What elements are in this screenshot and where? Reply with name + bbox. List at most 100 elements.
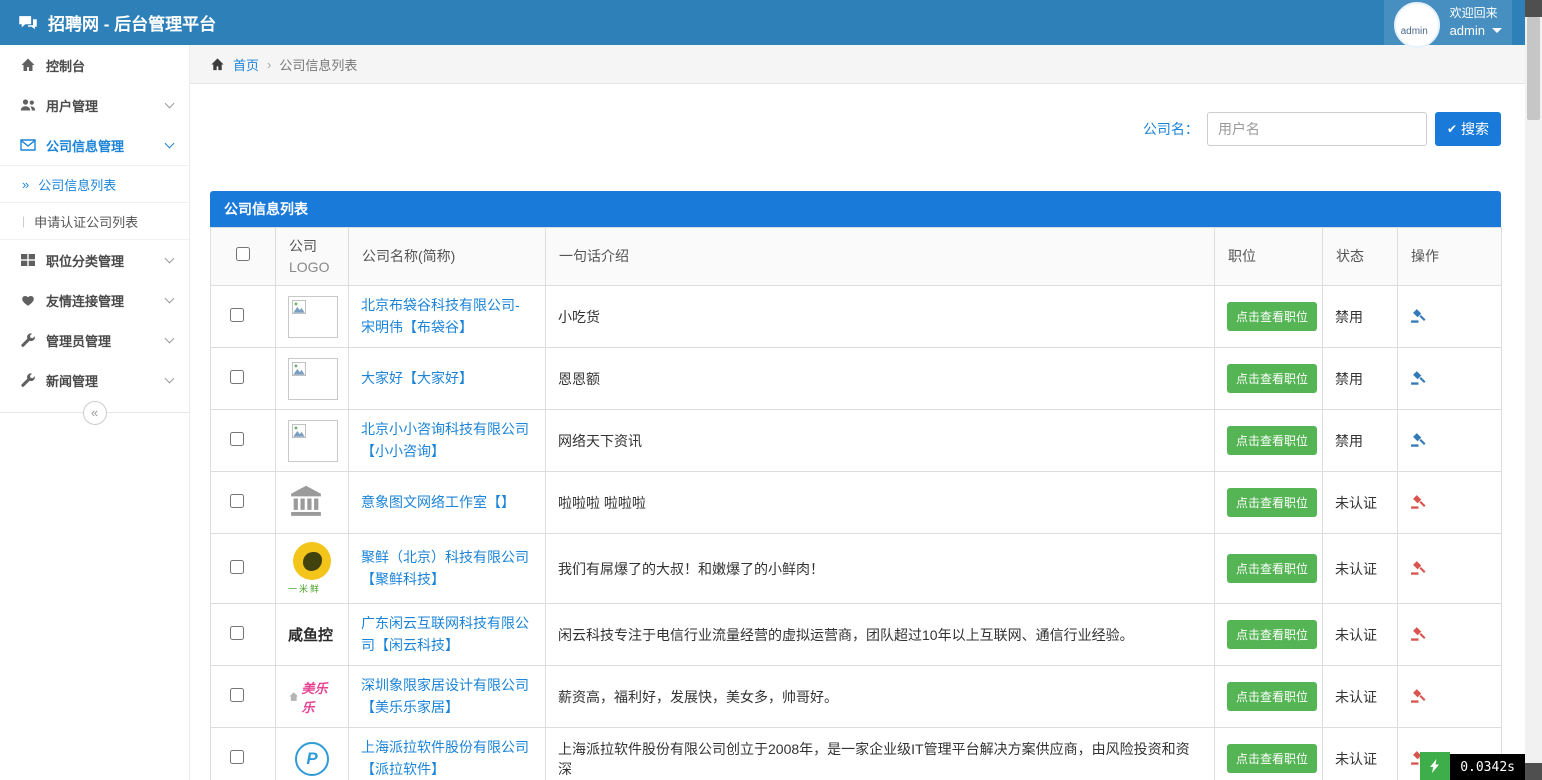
welcome-text: 欢迎回来 (1450, 5, 1502, 22)
view-jobs-button[interactable]: 点击查看职位 (1227, 682, 1317, 711)
status-text: 未认证 (1323, 728, 1398, 780)
sidebar-item-admin-management[interactable]: 管理员管理 (0, 320, 189, 360)
scrollbar-up-button[interactable] (1525, 0, 1542, 17)
gavel-icon[interactable] (1410, 559, 1427, 579)
avatar[interactable]: admin (1394, 2, 1440, 48)
sidebar-item-user-management[interactable]: 用户管理 (0, 85, 189, 125)
sidebar-item-console[interactable]: 控制台 (0, 45, 189, 85)
company-name-link[interactable]: 聚鲜（北京）科技有限公司【聚鲜科技】 (361, 547, 533, 590)
sidebar-divider: « (0, 412, 189, 425)
company-name-search-input[interactable] (1207, 112, 1427, 146)
grid-icon (20, 252, 36, 268)
row-checkbox[interactable] (230, 560, 244, 574)
row-checkbox[interactable] (230, 308, 244, 322)
sidebar-subitem-company-info-list[interactable]: 公司信息列表 (0, 166, 189, 203)
gavel-icon[interactable] (1410, 431, 1427, 451)
row-checkbox[interactable] (230, 370, 244, 384)
app-brand: 招聘网 - 后台管理平台 (0, 10, 216, 35)
company-logo: P (295, 742, 329, 776)
column-header-status: 状态 (1323, 228, 1398, 286)
company-name-link[interactable]: 大家好【大家好】 (361, 368, 533, 390)
search-bar: 公司名： 搜索 (210, 112, 1501, 146)
search-button[interactable]: 搜索 (1435, 112, 1501, 146)
view-jobs-button[interactable]: 点击查看职位 (1227, 302, 1317, 331)
company-name-link[interactable]: 意象图文网络工作室【】 (361, 492, 533, 514)
vertical-scrollbar[interactable] (1525, 0, 1542, 780)
company-intro-text: 上海派拉软件股份有限公司创立于2008年，是一家企业级IT管理平台解决方案供应商… (546, 728, 1215, 780)
page-performance-widget: 0.0342s (1420, 752, 1525, 780)
bank-logo-icon (288, 484, 324, 518)
page-content: 公司名： 搜索 公司信息列表 公司 LOGO 公 (190, 84, 1525, 780)
sidebar-subitem-certification-list[interactable]: 申请认证公司列表 (0, 203, 189, 240)
company-name-link[interactable]: 上海派拉软件股份有限公司【派拉软件】 (361, 737, 533, 780)
view-jobs-button[interactable]: 点击查看职位 (1227, 744, 1317, 773)
sidebar-item-job-category-management[interactable]: 职位分类管理 (0, 240, 189, 280)
sidebar-item-label: 控制台 (46, 56, 173, 75)
home-icon (20, 57, 36, 73)
company-logo-text: P (306, 749, 317, 769)
view-jobs-button[interactable]: 点击查看职位 (1227, 364, 1317, 393)
select-all-checkbox[interactable] (236, 247, 250, 261)
wrench-icon (20, 332, 36, 348)
gavel-icon[interactable] (1410, 625, 1427, 645)
yellow-circle-logo (293, 542, 331, 580)
status-text: 未认证 (1323, 534, 1398, 604)
performance-icon[interactable] (1420, 752, 1450, 780)
column-header-logo: 公司 LOGO (276, 228, 349, 286)
status-text: 未认证 (1323, 472, 1398, 534)
broken-image-icon (292, 300, 306, 314)
table-row: 一米鲜 聚鲜（北京）科技有限公司【聚鲜科技】 我们有屌爆了的大叔！和嫩爆了的小鲜… (211, 534, 1502, 604)
sidebar-item-company-info-management[interactable]: 公司信息管理 (0, 125, 189, 165)
row-checkbox[interactable] (230, 688, 244, 702)
logo-caption: 一米鲜 (288, 582, 336, 595)
users-icon (20, 97, 36, 113)
sidebar-item-label: 公司信息管理 (46, 136, 166, 155)
user-menu[interactable]: admin 欢迎回来 admin (1384, 0, 1512, 45)
row-checkbox[interactable] (230, 626, 244, 640)
bolt-icon (1427, 758, 1443, 774)
company-logo: 美乐乐 (288, 678, 336, 716)
table-row: 意象图文网络工作室【】 啦啦啦 啦啦啦 点击查看职位 未认证 (211, 472, 1502, 534)
company-table: 公司 LOGO 公司名称(简称) 一句话介绍 职位 状态 操作 北京布 (210, 227, 1502, 780)
gavel-icon[interactable] (1410, 687, 1427, 707)
gavel-icon[interactable] (1410, 369, 1427, 389)
column-header-intro: 一句话介绍 (546, 228, 1215, 286)
company-intro-text: 恩恩额 (546, 348, 1215, 410)
view-jobs-button[interactable]: 点击查看职位 (1227, 554, 1317, 583)
scrollbar-down-button[interactable] (1525, 763, 1542, 780)
company-intro-text: 闲云科技专注于电信行业流量经营的虚拟运营商，团队超过10年以上互联网、通信行业经… (546, 604, 1215, 666)
table-row: 北京小小咨询科技有限公司【小小咨询】 网络天下资讯 点击查看职位 禁用 (211, 410, 1502, 472)
broken-image-placeholder (288, 420, 338, 462)
chevron-down-icon (165, 98, 175, 108)
status-text: 禁用 (1323, 348, 1398, 410)
company-name-link[interactable]: 广东闲云互联网科技有限公司【闲云科技】 (361, 613, 533, 656)
sidebar-submenu: 公司信息列表 申请认证公司列表 (0, 165, 189, 240)
view-jobs-button[interactable]: 点击查看职位 (1227, 620, 1317, 649)
row-checkbox[interactable] (230, 432, 244, 446)
sidebar-item-friend-links-management[interactable]: 友情连接管理 (0, 280, 189, 320)
view-jobs-button[interactable]: 点击查看职位 (1227, 488, 1317, 517)
company-name-link[interactable]: 北京布袋谷科技有限公司-宋明伟【布袋谷】 (361, 295, 533, 338)
gavel-icon[interactable] (1410, 493, 1427, 513)
heart-icon (20, 292, 36, 308)
username-text: admin (1450, 22, 1485, 40)
company-name-link[interactable]: 北京小小咨询科技有限公司【小小咨询】 (361, 419, 533, 462)
gavel-icon[interactable] (1410, 307, 1427, 327)
sidebar-collapse-button[interactable]: « (83, 401, 107, 425)
load-time-text: 0.0342s (1450, 754, 1525, 780)
comments-icon (18, 13, 38, 33)
company-name-link[interactable]: 深圳象限家居设计有限公司【美乐乐家居】 (361, 675, 533, 718)
view-jobs-button[interactable]: 点击查看职位 (1227, 426, 1317, 455)
panel-title: 公司信息列表 (210, 191, 1501, 227)
sidebar-item-news-management[interactable]: 新闻管理 (0, 360, 189, 400)
sidebar-item-label: 用户管理 (46, 96, 166, 115)
breadcrumb-home-link[interactable]: 首页 (233, 55, 259, 74)
caret-down-icon[interactable] (1492, 28, 1502, 33)
scrollbar-thumb[interactable] (1527, 17, 1540, 120)
row-checkbox[interactable] (230, 750, 244, 764)
breadcrumb: 首页 › 公司信息列表 (190, 45, 1525, 84)
column-header-name: 公司名称(简称) (349, 228, 546, 286)
company-intro-text: 我们有屌爆了的大叔！和嫩爆了的小鲜肉！ (546, 534, 1215, 604)
sidebar-item-label: 新闻管理 (46, 371, 166, 390)
row-checkbox[interactable] (230, 494, 244, 508)
